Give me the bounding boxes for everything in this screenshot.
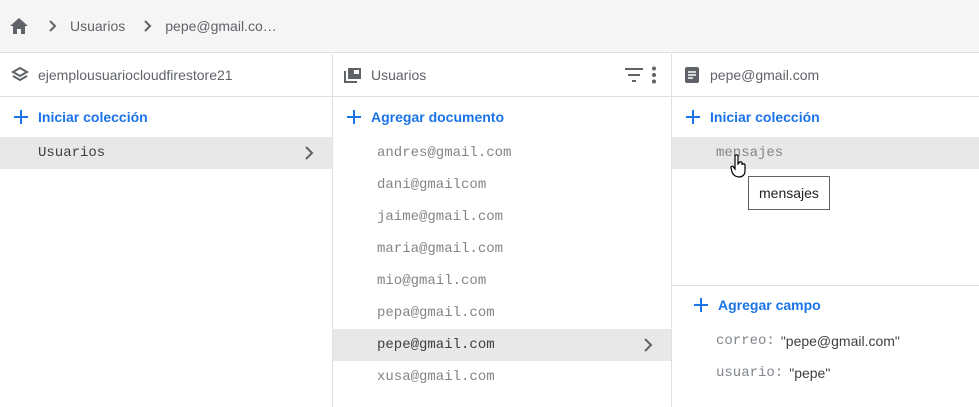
home-icon[interactable]	[8, 15, 30, 37]
start-collection-label: Iniciar colección	[38, 109, 148, 125]
chevron-right-icon	[137, 15, 159, 37]
add-document-button[interactable]: Agregar documento	[333, 97, 671, 137]
project-column: ejemplousuariocloudfirestore21 Iniciar c…	[0, 54, 333, 407]
document-title: pepe@gmail.com	[710, 67, 820, 83]
project-header: ejemplousuariocloudfirestore21	[0, 54, 332, 97]
document-item[interactable]: xusa@gmail.com	[333, 361, 671, 393]
plus-icon	[12, 108, 30, 126]
collection-title: Usuarios	[371, 67, 427, 83]
field-value: "pepe@gmail.com"	[780, 333, 900, 349]
document-item[interactable]: dani@gmailcom	[333, 169, 671, 201]
start-subcollection-button[interactable]: Iniciar colección	[672, 97, 979, 137]
start-collection-button[interactable]: Iniciar colección	[0, 97, 332, 137]
document-label: jaime@gmail.com	[377, 209, 504, 225]
collection-label: Usuarios	[38, 145, 106, 161]
collection-icon	[343, 65, 363, 85]
field-key: usuario:	[716, 365, 784, 381]
add-field-button[interactable]: Agregar campo	[672, 286, 979, 324]
field-value: "pepe"	[789, 365, 831, 381]
subcollection-label: mensajes	[716, 145, 784, 161]
add-document-label: Agregar documento	[371, 109, 505, 125]
collection-column: Usuarios Agregar documento andres@gmail.…	[333, 54, 672, 407]
add-field-label: Agregar campo	[718, 297, 821, 313]
document-item[interactable]: mio@gmail.com	[333, 265, 671, 297]
chevron-right-icon	[305, 146, 314, 160]
document-label: pepa@gmail.com	[377, 305, 495, 321]
field-key: correo:	[716, 333, 775, 349]
plus-icon	[684, 108, 702, 126]
hand-cursor-icon	[730, 154, 746, 178]
document-item-selected[interactable]: pepe@gmail.com	[333, 329, 671, 361]
tooltip: mensajes	[748, 176, 830, 210]
collection-header: Usuarios	[333, 54, 671, 97]
breadcrumb-item-usuarios[interactable]: Usuarios	[70, 18, 125, 34]
start-subcollection-label: Iniciar colección	[710, 109, 820, 125]
document-label: dani@gmailcom	[377, 177, 487, 193]
breadcrumb: Usuarios pepe@gmail.co…	[0, 0, 979, 53]
document-label: maria@gmail.com	[377, 241, 504, 257]
plus-icon	[692, 296, 710, 314]
document-label: mio@gmail.com	[377, 273, 487, 289]
field-list: correo: "pepe@gmail.com" usuario: "pepe"	[672, 325, 979, 389]
document-icon	[682, 65, 702, 85]
document-label: andres@gmail.com	[377, 145, 512, 161]
filter-icon[interactable]	[625, 68, 643, 82]
more-vert-icon[interactable]	[651, 66, 657, 84]
document-header: pepe@gmail.com	[672, 54, 979, 97]
chevron-right-icon	[644, 338, 653, 352]
subcollection-item-mensajes[interactable]: mensajes	[672, 137, 979, 169]
document-item[interactable]: jaime@gmail.com	[333, 201, 671, 233]
document-item[interactable]: andres@gmail.com	[333, 137, 671, 169]
document-label: pepe@gmail.com	[377, 337, 495, 353]
document-column: pepe@gmail.com Iniciar colección mensaje…	[672, 54, 979, 407]
firestore-icon	[10, 65, 30, 85]
document-item[interactable]: maria@gmail.com	[333, 233, 671, 265]
breadcrumb-item-document[interactable]: pepe@gmail.co…	[165, 18, 277, 34]
project-title: ejemplousuariocloudfirestore21	[38, 67, 233, 83]
field-row-correo[interactable]: correo: "pepe@gmail.com"	[672, 325, 979, 357]
collection-item-usuarios[interactable]: Usuarios	[0, 137, 332, 169]
chevron-right-icon	[42, 15, 64, 37]
plus-icon	[345, 108, 363, 126]
document-label: xusa@gmail.com	[377, 369, 495, 385]
document-item[interactable]: pepa@gmail.com	[333, 297, 671, 329]
field-row-usuario[interactable]: usuario: "pepe"	[672, 357, 979, 389]
collection-actions	[625, 66, 657, 84]
